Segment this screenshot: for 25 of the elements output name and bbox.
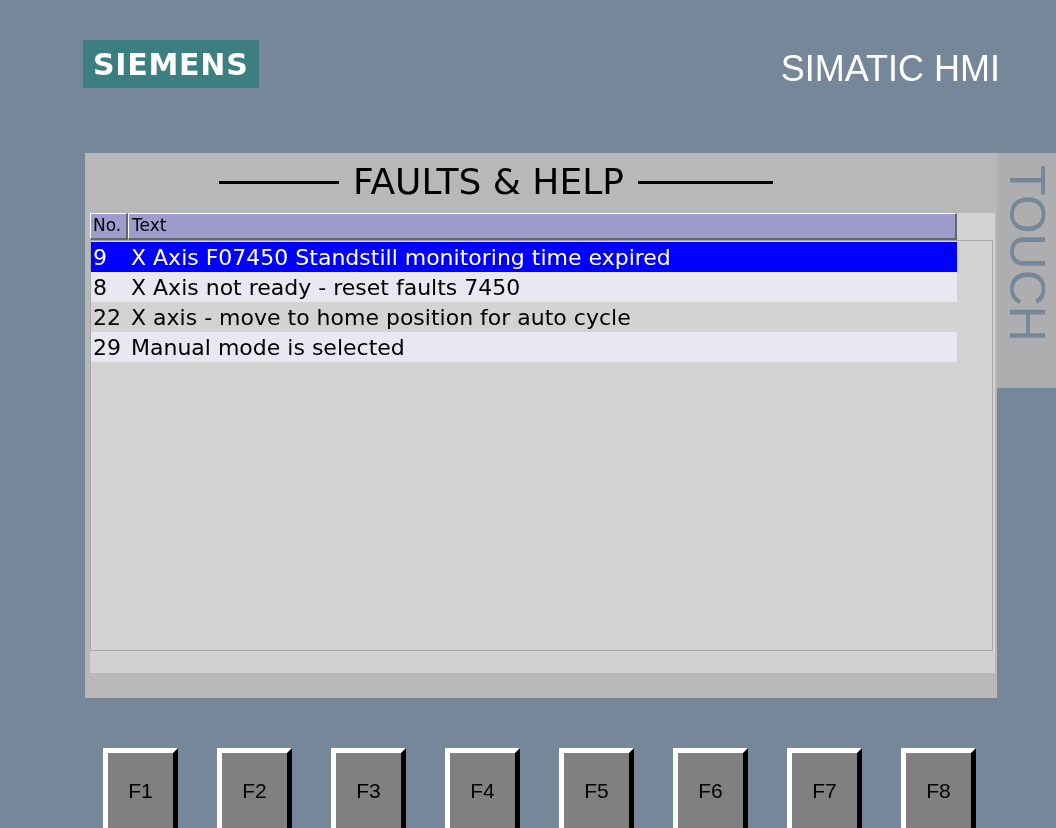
function-key[interactable]: F3 [331,748,406,828]
column-header[interactable]: Text [128,213,957,240]
function-key[interactable]: F1 [103,748,178,828]
function-key[interactable]: F8 [901,748,976,828]
alarm-text: X Axis not ready - reset faults 7450 [131,273,521,302]
function-key[interactable]: F2 [217,748,292,828]
product-name: SIMATIC HMI [780,47,1000,91]
column-header[interactable]: No. [90,213,128,240]
touch-label: TOUCH [997,153,1056,388]
siemens-logo: SIEMENS [83,40,259,88]
function-key[interactable]: F4 [445,748,520,828]
alarm-row[interactable]: 9 X Axis F07450 Standstill monitoring time expired [91,242,957,272]
alarm-number: 22 [92,303,122,332]
alarm-text: X Axis F07450 Standstill monitoring time expired [131,243,671,272]
alarm-number: 29 [92,333,122,362]
screen-title: FAULTS & HELP [353,164,624,200]
function-key[interactable]: F5 [559,748,634,828]
function-key[interactable]: F6 [673,748,748,828]
alarm-row[interactable]: 29 Manual mode is selected [91,332,957,362]
alarm-number: 8 [92,273,108,302]
alarm-text: Manual mode is selected [131,333,405,362]
alarm-row[interactable]: 8 X Axis not ready - reset faults 7450 [91,272,957,302]
alarm-text: X axis - move to home position for auto cycle [131,303,631,332]
function-key[interactable]: F7 [787,748,862,828]
alarm-number: 9 [92,243,108,272]
